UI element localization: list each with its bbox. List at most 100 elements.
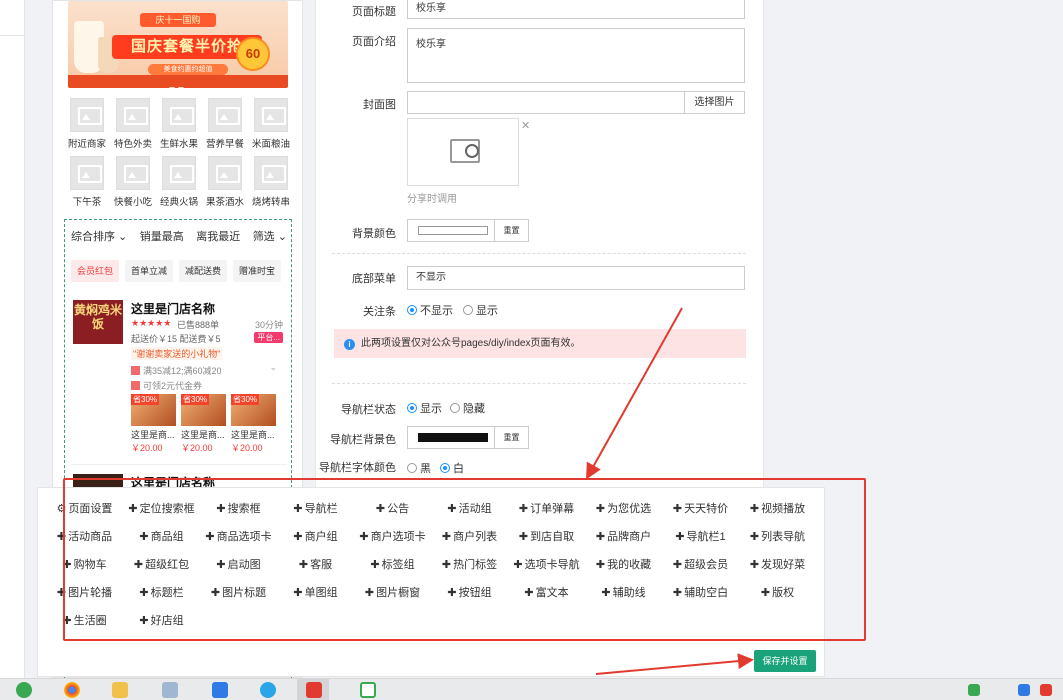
app-icon[interactable] [360, 682, 376, 698]
chip-first-order[interactable]: 首单立减 [125, 260, 174, 282]
component-item[interactable]: ✚ 品牌商户 [585, 528, 662, 547]
title-input[interactable]: 校乐享 [407, 0, 745, 19]
component-item[interactable]: ✚ 商户列表 [431, 528, 508, 547]
component-item[interactable]: ✚ 天天特价 [662, 500, 739, 519]
component-item[interactable]: ✚ 导航栏 [277, 500, 354, 519]
save-and-set-button[interactable]: 保存并设置 [754, 650, 816, 672]
app-icon[interactable] [212, 682, 228, 698]
component-label: 活动商品 [68, 531, 113, 543]
sort-comprehensive[interactable]: 综合排序 ⌄ [71, 228, 127, 244]
component-item[interactable]: ✚ 商户选项卡 [354, 528, 431, 547]
component-item[interactable]: ✚ 好店组 [123, 612, 200, 631]
component-item[interactable]: ✚ 版权 [739, 584, 816, 603]
goods-item[interactable]: 省30% 这里是商... ￥20.00 [231, 394, 276, 454]
component-item[interactable]: ✚ 发现好菜 [739, 556, 816, 575]
component-item[interactable]: ✚ 商户组 [277, 528, 354, 547]
reset-button[interactable]: 重置 [494, 427, 528, 448]
component-item[interactable]: ✚ 标签组 [354, 556, 431, 575]
component-item[interactable]: ✚ 定位搜索框 [123, 500, 200, 519]
component-item[interactable]: ✚ 我的收藏 [585, 556, 662, 575]
component-item[interactable]: ✚ 超级红包 [123, 556, 200, 575]
component-item[interactable]: ✚ 导航栏1 [662, 528, 739, 547]
category-item[interactable]: 生鲜水果 [156, 98, 202, 150]
plus-icon: ✚ [62, 615, 72, 627]
component-item[interactable]: ✚ 超级会员 [662, 556, 739, 575]
tray-icon[interactable] [1018, 684, 1030, 696]
cover-input[interactable] [407, 91, 685, 114]
nav-bg-color-picker[interactable]: 重置 [407, 426, 529, 449]
cover-preview[interactable] [407, 118, 519, 186]
font-white-radio[interactable]: 白 [440, 460, 464, 476]
font-black-radio[interactable]: 黑 [407, 460, 431, 476]
close-icon[interactable]: ✕ [521, 119, 530, 132]
bottom-menu-select[interactable]: 不显示 [407, 266, 745, 290]
component-item[interactable]: ✚ 到店自取 [508, 528, 585, 547]
app-icon[interactable] [162, 682, 178, 698]
component-item[interactable]: ✚ 选项卡导航 [508, 556, 585, 575]
component-item[interactable]: ✚ 热门标签 [431, 556, 508, 575]
component-label: 辅助空白 [684, 587, 729, 599]
component-item[interactable]: ✚ 搜索框 [200, 500, 277, 519]
bg-color-picker[interactable]: 重置 [407, 219, 529, 242]
component-item[interactable]: ✚ 图片轮播 [46, 584, 123, 603]
component-item[interactable]: ✚ 列表导航 [739, 528, 816, 547]
chrome-icon[interactable] [64, 682, 80, 698]
category-item[interactable]: 下午茶 [64, 156, 110, 208]
component-item[interactable]: ✚ 为您优选 [585, 500, 662, 519]
component-item[interactable]: ✚ 订单弹幕 [508, 500, 585, 519]
component-label: 启动图 [227, 559, 261, 571]
chip-ontime[interactable]: 赠准时宝 [233, 260, 282, 282]
component-item[interactable]: ⚙ 页面设置 [46, 500, 123, 519]
category-item[interactable]: 米面粮油 [248, 98, 294, 150]
component-item[interactable]: ✚ 辅助线 [585, 584, 662, 603]
category-item[interactable]: 经典火锅 [156, 156, 202, 208]
component-item[interactable]: ✚ 公告 [354, 500, 431, 519]
component-item[interactable]: ✚ 启动图 [200, 556, 277, 575]
component-item[interactable]: ✚ 客服 [277, 556, 354, 575]
store-card[interactable]: 黄焖鸡米饭 这里是门店名称 ★★★★★ 已售888单 30分钟 起送价￥15 配… [73, 298, 283, 458]
category-item[interactable]: 快餐小吃 [110, 156, 156, 208]
component-item[interactable]: ✚ 商品选项卡 [200, 528, 277, 547]
chip-member-redpacket[interactable]: 会员红包 [71, 260, 120, 282]
promo-banner[interactable]: 庆十一国购 国庆套餐半价抢 60 美食约惠约超值 [68, 1, 288, 88]
component-item[interactable]: ✚ 活动商品 [46, 528, 123, 547]
tray-icon[interactable] [968, 684, 980, 696]
follow-show-radio[interactable]: 显示 [463, 302, 498, 318]
chip-reduce-delivery[interactable]: 减配送费 [179, 260, 228, 282]
tray-icon[interactable] [1040, 684, 1052, 696]
goods-item[interactable]: 省30% 这里是商... ￥20.00 [181, 394, 226, 454]
sort-distance[interactable]: 离我最近 [196, 228, 240, 244]
choose-image-button[interactable]: 选择图片 [684, 91, 745, 114]
goods-item[interactable]: 省30% 这里是商... ￥20.00 [131, 394, 176, 454]
nav-show-radio[interactable]: 显示 [407, 400, 442, 416]
category-item[interactable]: 果茶酒水 [202, 156, 248, 208]
sort-filter[interactable]: 筛选 ⌄ [253, 228, 287, 244]
folder-icon[interactable] [112, 682, 128, 698]
component-item[interactable]: ✚ 辅助空白 [662, 584, 739, 603]
component-item[interactable]: ✚ 标题栏 [123, 584, 200, 603]
editor-icon[interactable] [306, 682, 322, 698]
app-icon[interactable] [260, 682, 276, 698]
store-sold: 已售888单 [177, 320, 220, 330]
category-item[interactable]: 烧烤转串 [248, 156, 294, 208]
component-item[interactable]: ✚ 单图组 [277, 584, 354, 603]
component-item[interactable]: ✚ 视频播放 [739, 500, 816, 519]
category-item[interactable]: 附近商家 [64, 98, 110, 150]
intro-textarea[interactable]: 校乐享 [407, 28, 745, 83]
chevron-down-icon[interactable]: ⌄ [269, 362, 277, 373]
component-item[interactable]: ✚ 按钮组 [431, 584, 508, 603]
sort-sales[interactable]: 销量最高 [140, 228, 184, 244]
nav-hide-radio[interactable]: 隐藏 [450, 400, 485, 416]
component-item[interactable]: ✚ 图片标题 [200, 584, 277, 603]
component-item[interactable]: ✚ 富文本 [508, 584, 585, 603]
component-item[interactable]: ✚ 活动组 [431, 500, 508, 519]
component-item[interactable]: ✚ 生活圈 [46, 612, 123, 631]
category-item[interactable]: 营养早餐 [202, 98, 248, 150]
component-item[interactable]: ✚ 图片橱窗 [354, 584, 431, 603]
app-icon[interactable] [16, 682, 32, 698]
category-item[interactable]: 特色外卖 [110, 98, 156, 150]
follow-hide-radio[interactable]: 不显示 [407, 302, 453, 318]
component-item[interactable]: ✚ 购物车 [46, 556, 123, 575]
component-item[interactable]: ✚ 商品组 [123, 528, 200, 547]
reset-button[interactable]: 重置 [494, 220, 528, 241]
